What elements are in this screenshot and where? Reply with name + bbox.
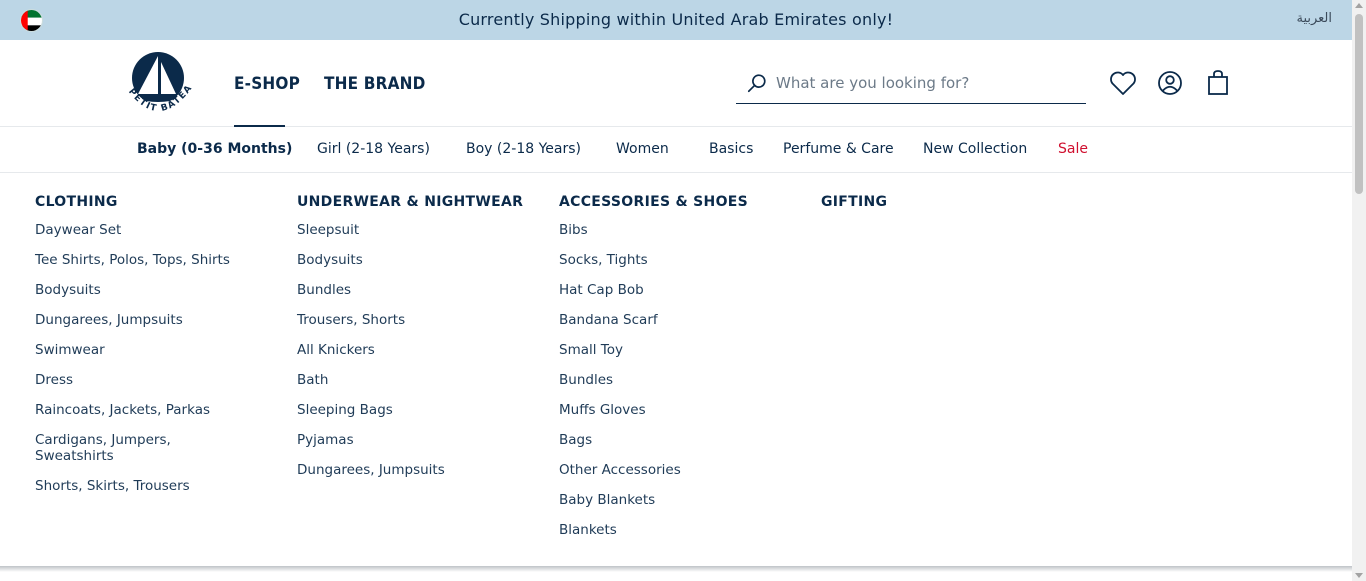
category-nav: Baby (0-36 Months) Girl (2-18 Years) Boy… — [0, 127, 1352, 173]
menu-link[interactable]: Shorts, Skirts, Trousers — [35, 478, 275, 494]
menu-link[interactable]: Bibs — [559, 222, 799, 238]
menu-link[interactable]: Small Toy — [559, 342, 799, 358]
menu-link[interactable]: Bundles — [559, 372, 799, 388]
menu-link[interactable]: Sleeping Bags — [297, 402, 537, 418]
column-title[interactable]: ACCESSORIES & SHOES — [559, 194, 799, 210]
shipping-banner: Currently Shipping within United Arab Em… — [0, 0, 1352, 40]
menu-shadow — [0, 566, 1352, 572]
site-header: PETIT BATEAU E-SHOP THE BRAND — [0, 40, 1352, 127]
menu-link[interactable]: Dungarees, Jumpsuits — [35, 312, 275, 328]
menu-link[interactable]: Bags — [559, 432, 799, 448]
cat-basics[interactable]: Basics — [709, 141, 753, 157]
menu-link[interactable]: All Knickers — [297, 342, 537, 358]
menu-link[interactable]: Bandana Scarf — [559, 312, 799, 328]
menu-link[interactable]: Baby Blankets — [559, 492, 799, 508]
scroll-up-arrow-icon[interactable] — [1355, 3, 1363, 8]
menu-link[interactable]: Pyjamas — [297, 432, 537, 448]
scrollbar-thumb[interactable] — [1355, 14, 1363, 194]
cat-baby[interactable]: Baby (0-36 Months) — [137, 141, 292, 157]
menu-link[interactable]: Blankets — [559, 522, 799, 538]
cat-new-collection[interactable]: New Collection — [923, 141, 1027, 157]
column-title[interactable]: GIFTING — [821, 194, 1061, 210]
menu-link[interactable]: Sleepsuit — [297, 222, 537, 238]
shopping-bag-icon[interactable] — [1203, 68, 1233, 98]
menu-column-accessories: ACCESSORIES & SHOES Bibs Socks, Tights H… — [559, 194, 799, 552]
menu-link[interactable]: Other Accessories — [559, 462, 799, 478]
nav-eshop[interactable]: E-SHOP — [234, 74, 300, 94]
menu-link[interactable]: Cardigans, Jumpers, Sweatshirts — [35, 432, 235, 464]
cat-girl[interactable]: Girl (2-18 Years) — [317, 141, 430, 157]
language-switch-link[interactable]: العربية — [1296, 11, 1332, 26]
search-icon[interactable] — [746, 72, 768, 94]
menu-link[interactable]: Bodysuits — [35, 282, 275, 298]
menu-link[interactable]: Bodysuits — [297, 252, 537, 268]
menu-column-clothing: CLOTHING Daywear Set Tee Shirts, Polos, … — [35, 194, 275, 508]
menu-link[interactable]: Tee Shirts, Polos, Tops, Shirts — [35, 252, 275, 268]
menu-link[interactable]: Daywear Set — [35, 222, 275, 238]
account-icon[interactable] — [1155, 68, 1185, 98]
search-input[interactable] — [776, 72, 1076, 94]
petit-bateau-logo[interactable]: PETIT BATEAU — [114, 41, 198, 120]
cat-sale[interactable]: Sale — [1058, 141, 1088, 157]
menu-link[interactable]: Bundles — [297, 282, 537, 298]
shipping-message: Currently Shipping within United Arab Em… — [458, 10, 894, 29]
page-scrollbar[interactable] — [1352, 0, 1366, 581]
menu-link[interactable]: Swimwear — [35, 342, 275, 358]
menu-link[interactable]: Dungarees, Jumpsuits — [297, 462, 537, 478]
menu-link[interactable]: Raincoats, Jackets, Parkas — [35, 402, 275, 418]
mega-menu: CLOTHING Daywear Set Tee Shirts, Polos, … — [0, 174, 1352, 567]
menu-link[interactable]: Dress — [35, 372, 275, 388]
cat-perfume-care[interactable]: Perfume & Care — [783, 141, 894, 157]
menu-column-gifting: GIFTING — [821, 194, 1061, 222]
wishlist-heart-icon[interactable] — [1108, 68, 1138, 98]
menu-link[interactable]: Muffs Gloves — [559, 402, 799, 418]
scroll-down-arrow-icon[interactable] — [1355, 573, 1363, 578]
menu-column-underwear: UNDERWEAR & NIGHTWEAR Sleepsuit Bodysuit… — [297, 194, 537, 492]
search-bar[interactable] — [736, 66, 1086, 104]
menu-link[interactable]: Trousers, Shorts — [297, 312, 537, 328]
nav-the-brand[interactable]: THE BRAND — [324, 74, 426, 94]
menu-link[interactable]: Hat Cap Bob — [559, 282, 799, 298]
column-title[interactable]: UNDERWEAR & NIGHTWEAR — [297, 194, 537, 210]
column-title[interactable]: CLOTHING — [35, 194, 275, 210]
cat-boy[interactable]: Boy (2-18 Years) — [466, 141, 581, 157]
cat-women[interactable]: Women — [616, 141, 669, 157]
menu-link[interactable]: Socks, Tights — [559, 252, 799, 268]
menu-link[interactable]: Bath — [297, 372, 537, 388]
